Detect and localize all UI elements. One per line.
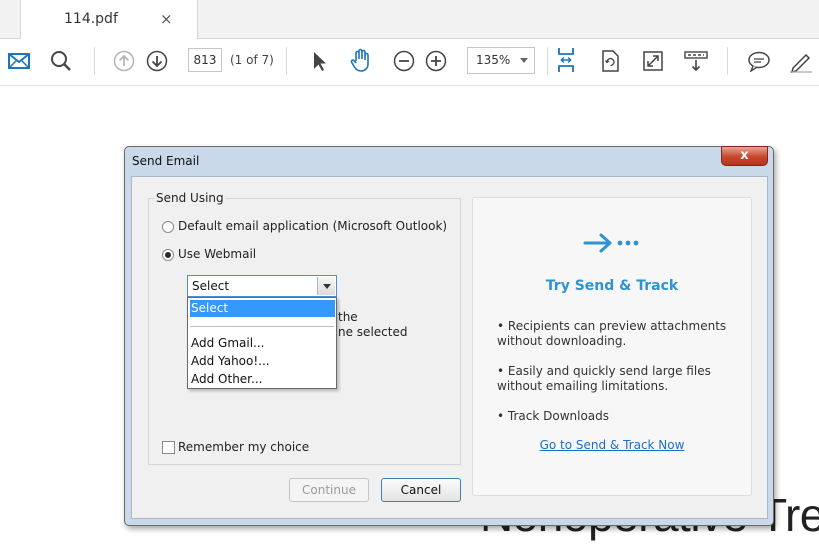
- send-track-link[interactable]: Go to Send & Track Now: [472, 438, 752, 452]
- cancel-button[interactable]: Cancel: [381, 478, 461, 502]
- dialog-title: Send Email: [132, 154, 200, 168]
- chevron-down-icon[interactable]: [317, 277, 335, 295]
- default-email-label[interactable]: Default email application (Microsoft Out…: [178, 219, 447, 233]
- select-cursor-icon[interactable]: [306, 48, 332, 74]
- send-track-bullet: • Easily and quickly send large files wi…: [497, 364, 711, 393]
- toolbar-separator: [94, 47, 95, 75]
- comment-icon[interactable]: [746, 48, 772, 74]
- send-track-title: Try Send & Track: [545, 278, 679, 294]
- obscured-text-1: the: [338, 310, 358, 324]
- remember-checkbox[interactable]: [162, 441, 175, 454]
- dialog-close-button[interactable]: x: [721, 146, 768, 166]
- dropdown-option-yahoo[interactable]: Add Yahoo!...: [190, 353, 335, 370]
- dropdown-option-other[interactable]: Add Other...: [190, 371, 335, 388]
- zoom-out-icon[interactable]: [391, 48, 417, 74]
- scroll-mode-icon[interactable]: [683, 48, 709, 74]
- continue-button[interactable]: Continue: [289, 478, 369, 502]
- fullscreen-icon[interactable]: [640, 48, 666, 74]
- prev-page-icon[interactable]: [111, 48, 137, 74]
- send-track-bullet: • Recipients can preview attachments wit…: [497, 319, 727, 348]
- next-page-icon[interactable]: [144, 48, 170, 74]
- default-email-radio[interactable]: [162, 221, 174, 233]
- sign-icon[interactable]: [788, 48, 814, 74]
- webmail-select[interactable]: Select: [187, 275, 337, 297]
- send-using-label: Send Using: [154, 191, 226, 205]
- hand-tool-icon[interactable]: [348, 47, 374, 73]
- tab-close-icon[interactable]: ×: [160, 10, 173, 28]
- rotate-icon[interactable]: [597, 48, 623, 74]
- toolbar-separator: [727, 47, 728, 75]
- webmail-radio[interactable]: [162, 249, 174, 261]
- page-count: (1 of 7): [230, 53, 274, 67]
- webmail-select-value: Select: [192, 279, 230, 293]
- dropdown-separator: [190, 326, 334, 327]
- remember-label[interactable]: Remember my choice: [178, 440, 309, 454]
- dropdown-option-gmail[interactable]: Add Gmail...: [190, 335, 335, 352]
- toolbar-separator: [547, 47, 548, 75]
- zoom-value: 135%: [476, 53, 511, 67]
- search-icon[interactable]: [48, 48, 74, 74]
- mail-icon[interactable]: [6, 48, 32, 74]
- send-track-arrow-icon: [583, 232, 641, 258]
- toolbar-separator: [286, 47, 287, 75]
- tab-title[interactable]: 114.pdf: [64, 11, 118, 27]
- webmail-dropdown: Select Add Gmail... Add Yahoo!... Add Ot…: [187, 297, 337, 389]
- webmail-label[interactable]: Use Webmail: [178, 247, 256, 261]
- obscured-text-2: ne selected: [338, 325, 408, 339]
- zoom-in-icon[interactable]: [423, 48, 449, 74]
- send-track-bullet: • Track Downloads: [497, 409, 610, 423]
- fit-page-icon[interactable]: [553, 47, 579, 73]
- zoom-select[interactable]: 135%: [467, 47, 535, 74]
- chevron-down-icon: [520, 58, 528, 63]
- dropdown-option-select[interactable]: Select: [190, 300, 335, 317]
- page-number-input[interactable]: 813: [188, 48, 222, 72]
